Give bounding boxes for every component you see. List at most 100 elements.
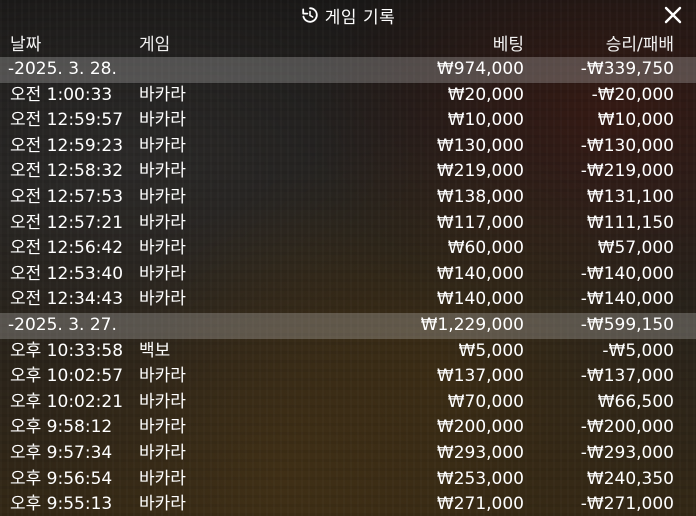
row-game: 바카라 [139,417,186,438]
table-row: 오전 12:59:23 바카라 ₩130,000 -₩130,000 [0,134,696,160]
row-win-loss: -₩140,000 [580,289,674,310]
row-bet: ₩10,000 [447,110,524,131]
header-bet: 베팅 [492,35,524,55]
row-win-loss: -₩130,000 [580,135,674,156]
row-bet: ₩117,000 [436,212,524,233]
row-bet: ₩219,000 [436,161,524,182]
row-bet: ₩5,000 [458,340,524,361]
title-bar: 게임 기록 [0,0,696,30]
row-date: 오후 9:57:34 [10,442,113,463]
row-win-loss: ₩111,150 [586,212,674,233]
row-game: 백보 [139,340,171,361]
table-row: 오후 9:56:54 바카라 ₩253,000 ₩240,350 [0,467,696,493]
row-date: 오전 12:53:40 [10,263,124,284]
row-bet: ₩60,000 [447,238,524,259]
table-row: 오전 12:34:43 바카라 ₩140,000 -₩140,000 [0,287,696,313]
row-win-loss: ₩10,000 [597,110,674,131]
row-win-loss: -₩293,000 [580,442,674,463]
row-date: 오전 12:56:42 [10,238,124,259]
row-date: 오후 10:33:58 [10,340,124,361]
history-table: -2025. 3. 28. ₩974,000 -₩339,750 오전 1:00:33… [0,57,696,516]
row-date: 오전 12:59:23 [10,135,124,156]
row-game: 바카라 [139,135,186,156]
row-win-loss: -₩137,000 [580,366,674,387]
row-bet: ₩70,000 [447,391,524,412]
row-game: 바카라 [139,494,186,515]
row-date: 오전 1:00:33 [10,84,113,105]
row-game: 바카라 [139,84,186,105]
row-bet: ₩138,000 [436,186,524,207]
row-bet: ₩140,000 [436,263,524,284]
row-game: 바카라 [139,366,186,387]
row-game: 바카라 [139,212,186,233]
row-game: 바카라 [139,110,186,131]
row-win-loss: -₩20,000 [591,84,674,105]
row-date: 오전 12:57:53 [10,186,124,207]
page-title: 게임 기록 [324,7,396,28]
row-date: 오후 9:56:54 [10,468,113,489]
row-date: -2025. 3. 28. [8,59,117,79]
header-date: 날짜 [10,35,42,55]
row-win-loss: -₩140,000 [580,263,674,284]
row-win-loss: ₩66,500 [597,391,674,412]
date-group-row[interactable]: -2025. 3. 27. ₩1,229,000 -₩599,150 [0,312,696,339]
row-game: 바카라 [139,468,186,489]
table-row: 오후 10:02:57 바카라 ₩137,000 -₩137,000 [0,364,696,390]
row-game: 바카라 [139,391,186,412]
table-row: 오전 12:58:32 바카라 ₩219,000 -₩219,000 [0,159,696,185]
table-row: 오전 12:57:53 바카라 ₩138,000 ₩131,100 [0,185,696,211]
table-row: 오후 9:55:13 바카라 ₩271,000 -₩271,000 [0,492,696,516]
row-bet: ₩140,000 [436,289,524,310]
row-game: 바카라 [139,289,186,310]
row-win-loss: -₩599,150 [580,314,674,335]
row-date: 오전 12:59:57 [10,110,124,131]
table-row: 오후 9:58:12 바카라 ₩200,000 -₩200,000 [0,415,696,441]
row-bet: ₩137,000 [436,366,524,387]
header-win-loss: 승리/패배 [605,35,674,55]
row-bet: ₩1,229,000 [420,314,524,335]
table-header: 날짜 게임 베팅 승리/패배 [0,30,696,57]
history-icon [301,6,319,24]
row-game: 바카라 [139,161,186,182]
row-game: 바카라 [139,442,186,463]
game-history-panel: 게임 기록 날짜 게임 베팅 승리/패배 -2025. 3. 28. ₩974,0… [0,0,696,516]
row-win-loss: -₩339,750 [580,59,674,79]
row-date: 오후 10:02:21 [10,391,124,412]
table-row: 오전 12:56:42 바카라 ₩60,000 ₩57,000 [0,236,696,262]
table-row: 오전 1:00:33 바카라 ₩20,000 -₩20,000 [0,83,696,109]
row-win-loss: ₩57,000 [597,238,674,259]
table-row: 오전 12:59:57 바카라 ₩10,000 ₩10,000 [0,108,696,134]
row-date: 오전 12:34:43 [10,289,124,310]
row-date: -2025. 3. 27. [8,314,117,335]
row-game: 바카라 [139,263,186,284]
table-row: 오후 10:02:21 바카라 ₩70,000 ₩66,500 [0,390,696,416]
close-icon[interactable] [664,6,682,24]
row-bet: ₩130,000 [436,135,524,156]
row-win-loss: -₩271,000 [580,494,674,515]
row-bet: ₩20,000 [447,84,524,105]
row-win-loss: ₩240,350 [586,468,674,489]
row-win-loss: -₩200,000 [580,417,674,438]
header-game: 게임 [139,35,171,55]
row-date: 오후 10:02:57 [10,366,124,387]
close-button[interactable] [662,4,684,26]
row-win-loss: -₩219,000 [580,161,674,182]
row-bet: ₩200,000 [436,417,524,438]
row-win-loss: -₩5,000 [602,340,674,361]
table-row: 오전 12:53:40 바카라 ₩140,000 -₩140,000 [0,262,696,288]
row-win-loss: ₩131,100 [586,186,674,207]
row-bet: ₩253,000 [436,468,524,489]
table-row: 오전 12:57:21 바카라 ₩117,000 ₩111,150 [0,211,696,237]
row-bet: ₩293,000 [436,442,524,463]
table-row: 오후 9:57:34 바카라 ₩293,000 -₩293,000 [0,441,696,467]
row-bet: ₩271,000 [436,494,524,515]
row-bet: ₩974,000 [436,59,524,79]
table-row: 오후 10:33:58 백보 ₩5,000 -₩5,000 [0,339,696,365]
row-date: 오전 12:57:21 [10,212,124,233]
row-game: 바카라 [139,186,186,207]
row-date: 오전 12:58:32 [10,161,124,182]
date-group-row[interactable]: -2025. 3. 28. ₩974,000 -₩339,750 [0,57,696,83]
row-date: 오후 9:55:13 [10,494,113,515]
row-date: 오후 9:58:12 [10,417,113,438]
row-game: 바카라 [139,238,186,259]
